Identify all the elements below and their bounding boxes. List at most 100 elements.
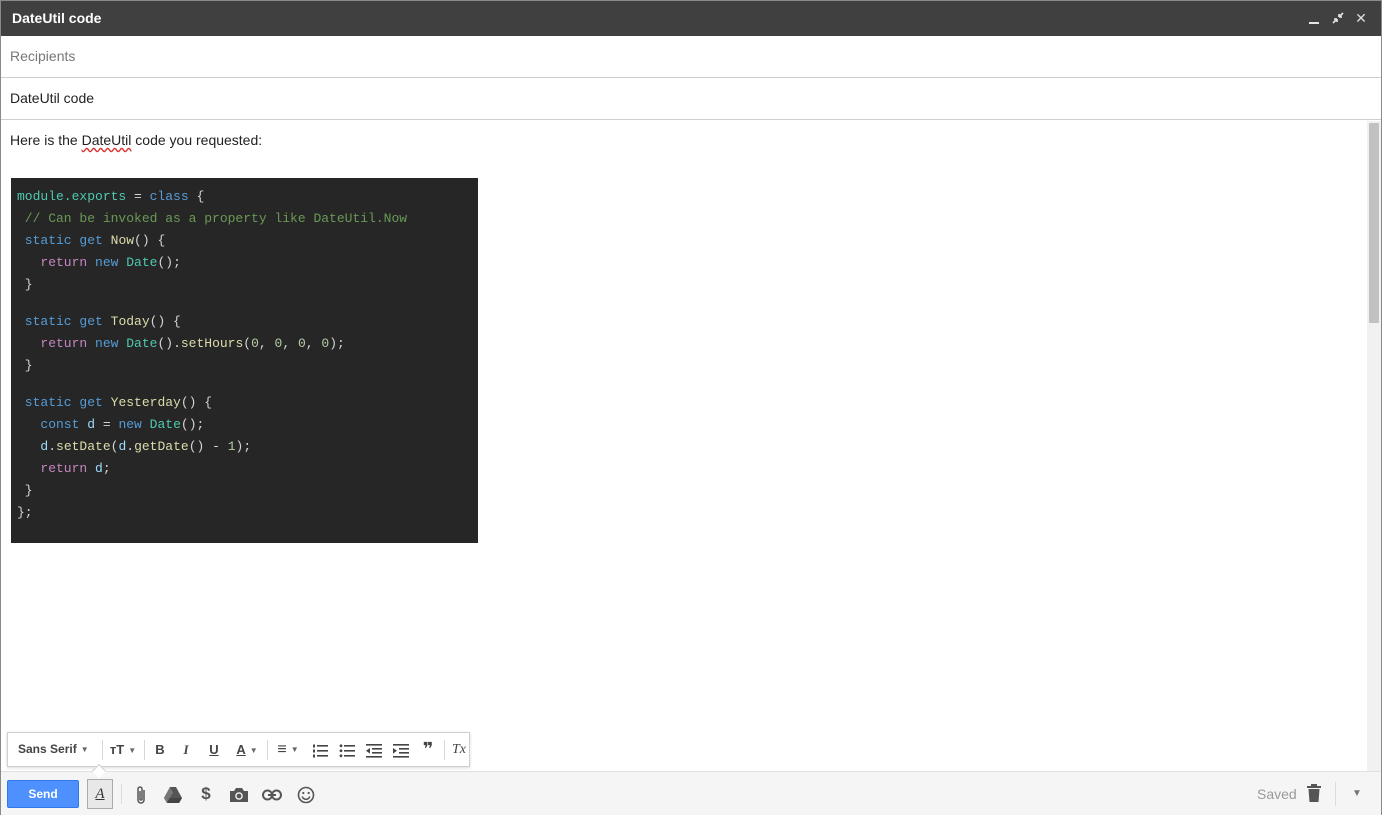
text-color-icon: A	[236, 742, 246, 757]
code-token: Date	[149, 417, 181, 432]
chevron-down-icon: ▼	[80, 745, 89, 755]
minimize-button[interactable]	[1305, 9, 1323, 27]
close-button[interactable]: ✕	[1352, 9, 1370, 27]
code-token: 1	[227, 439, 236, 454]
dollar-icon: $	[201, 784, 211, 803]
title-bar[interactable]: DateUtil code ✕	[1, 1, 1381, 36]
misspelled-word[interactable]: DateUtil	[82, 132, 132, 148]
bulleted-list-button[interactable]	[335, 733, 359, 766]
attach-button[interactable]	[129, 782, 153, 806]
code-token: d	[17, 439, 49, 454]
recipients-input[interactable]	[10, 36, 1370, 76]
code-token: get	[79, 314, 103, 329]
code-token: () {	[180, 395, 213, 410]
code-token: module.exports	[17, 189, 127, 204]
code-token: new	[95, 336, 119, 351]
code-token: Date	[126, 336, 158, 351]
discard-draft-button[interactable]	[1303, 782, 1325, 806]
trash-icon	[1307, 784, 1321, 802]
insert-photo-button[interactable]	[227, 782, 251, 806]
indent-more-button[interactable]	[389, 733, 413, 766]
code-token: Yesterday	[110, 395, 181, 410]
intro-after: code you requested:	[131, 132, 263, 148]
smiley-icon	[297, 786, 315, 803]
code-token: .	[48, 439, 57, 454]
code-token: Today	[110, 314, 150, 329]
code-token: =	[95, 417, 119, 432]
code-token: ();	[180, 417, 205, 432]
bottom-bar: Send A $ Saved ▼	[1, 763, 1381, 815]
code-token: static	[17, 395, 72, 410]
code-line: };	[17, 502, 472, 524]
camera-icon	[230, 787, 248, 802]
code-token: ;	[102, 461, 111, 476]
subject-input[interactable]	[10, 78, 1370, 118]
font-family-label: Sans Serif	[18, 742, 77, 756]
code-block: module.exports = class { // Can be invok…	[11, 178, 478, 543]
code-token: ,	[282, 336, 298, 351]
close-icon: ✕	[1355, 10, 1367, 26]
money-button[interactable]: $	[194, 782, 218, 806]
popout-button[interactable]	[1329, 9, 1347, 27]
code-token: () -	[188, 439, 228, 454]
message-body[interactable]: Here is the DateUtil code you requested:…	[1, 121, 1367, 771]
code-line: module.exports = class {	[17, 186, 472, 208]
font-size-button[interactable]: ᴛT ▼	[106, 733, 140, 766]
text-size-icon: ᴛT	[109, 742, 125, 757]
insert-link-button[interactable]	[260, 782, 284, 806]
code-line: const d = new Date();	[17, 414, 472, 436]
code-token: {	[188, 189, 205, 204]
bold-icon: B	[155, 742, 165, 757]
align-button[interactable]: ≡ ▼	[271, 733, 305, 766]
code-token: }	[17, 483, 33, 498]
underline-button[interactable]: U	[202, 733, 226, 766]
numbered-list-button[interactable]	[308, 733, 332, 766]
subject-row	[1, 78, 1381, 120]
code-token: return	[17, 461, 88, 476]
code-token: 0	[297, 336, 306, 351]
code-token: new	[95, 255, 119, 270]
indent-less-icon	[366, 743, 382, 758]
more-options-button[interactable]: ▼	[1347, 784, 1367, 804]
quote-icon: ❞	[422, 739, 434, 759]
remove-formatting-button[interactable]: Tx	[448, 733, 470, 766]
saved-status: Saved	[1257, 786, 1297, 802]
code-token: class	[149, 189, 189, 204]
recipients-row	[1, 36, 1381, 78]
code-token: return	[17, 336, 88, 351]
code-token: );	[329, 336, 345, 351]
italic-button[interactable]: I	[174, 733, 198, 766]
quote-button[interactable]: ❞	[416, 733, 440, 766]
code-token: Date	[126, 255, 158, 270]
text-color-button[interactable]: A ▼	[230, 733, 264, 766]
code-line: return new Date();	[17, 252, 472, 274]
scrollbar-thumb[interactable]	[1369, 123, 1379, 323]
bold-button[interactable]: B	[148, 733, 172, 766]
code-token: ,	[258, 336, 275, 351]
font-family-select[interactable]: Sans Serif ▼	[18, 733, 96, 766]
code-line: static get Today() {	[17, 311, 472, 333]
code-line: d.setDate(d.getDate() - 1);	[17, 436, 472, 458]
toolbar-divider	[444, 740, 445, 760]
italic-icon: I	[183, 742, 189, 757]
code-token: get	[79, 395, 103, 410]
insert-emoji-button[interactable]	[294, 782, 318, 806]
scrollbar[interactable]	[1367, 121, 1381, 771]
drive-button[interactable]	[161, 782, 185, 806]
indent-less-button[interactable]	[362, 733, 386, 766]
code-token: }	[17, 358, 33, 373]
code-token: ,	[305, 336, 322, 351]
code-line: return new Date().setHours(0, 0, 0, 0);	[17, 333, 472, 355]
send-button[interactable]: Send	[7, 780, 79, 808]
chevron-down-icon: ▼	[249, 746, 258, 756]
code-token: );	[235, 439, 252, 454]
formatting-options-button[interactable]: A	[87, 779, 113, 809]
code-token: get	[79, 233, 103, 248]
code-token: 0	[251, 336, 259, 351]
